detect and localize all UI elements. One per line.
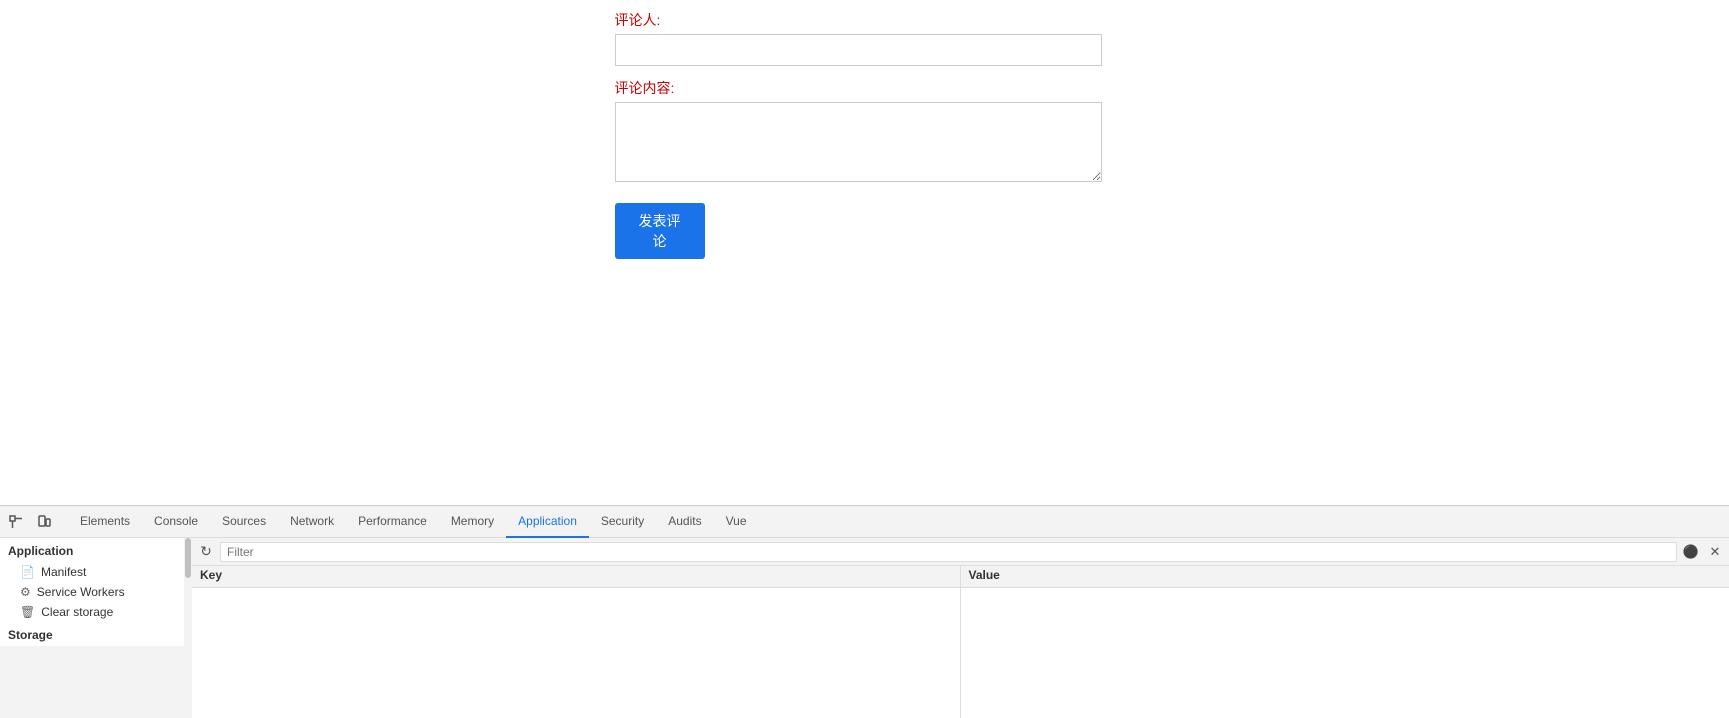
inspect-icon (9, 515, 23, 529)
reviewer-label: 评论人: (615, 10, 1115, 30)
sidebar-item-service-workers-label: Service Workers (37, 585, 125, 599)
devtools-tabs: Elements Console Sources Network Perform… (64, 506, 759, 538)
tab-vue[interactable]: Vue (714, 506, 759, 538)
reviewer-input[interactable] (615, 34, 1102, 66)
sidebar-section-storage: Storage (0, 622, 191, 646)
filter-close-button[interactable]: ✕ (1705, 542, 1725, 562)
content-label-container: 评论内容: (615, 78, 1115, 187)
tab-network[interactable]: Network (278, 506, 346, 538)
tab-audits[interactable]: Audits (656, 506, 713, 538)
form-section: 评论人: 评论内容: 发表评论 (615, 10, 1115, 259)
devtools-panel: Elements Console Sources Network Perform… (0, 505, 1729, 718)
device-icon (37, 515, 51, 529)
sidebar-scroll-thumb[interactable] (185, 538, 191, 578)
filter-clear-button[interactable]: ⚫ (1681, 542, 1701, 562)
filter-bar: ↻ ⚫ ✕ (192, 538, 1729, 566)
filter-refresh-button[interactable]: ↻ (196, 542, 216, 562)
sidebar-item-service-workers[interactable]: ⚙ Service Workers (0, 582, 191, 602)
devtools-sidebar: Application 📄 Manifest ⚙ Service Workers… (0, 538, 192, 646)
devtools-sidebar-wrapper: Application 📄 Manifest ⚙ Service Workers… (0, 538, 192, 718)
page-content: 评论人: 评论内容: 发表评论 (0, 0, 1729, 505)
kv-key-column (192, 588, 961, 718)
submit-container: 发表评论 (615, 199, 1115, 259)
tab-elements[interactable]: Elements (68, 506, 142, 538)
toolbar-icons (4, 510, 56, 534)
device-toolbar-button[interactable] (32, 510, 56, 534)
kv-value-header: Value (961, 566, 1729, 587)
devtools-body: Application 📄 Manifest ⚙ Service Workers… (0, 538, 1729, 718)
tab-security[interactable]: Security (589, 506, 656, 538)
tab-console[interactable]: Console (142, 506, 210, 538)
sidebar-item-manifest-label: Manifest (41, 565, 86, 579)
sidebar-item-clear-storage[interactable]: 🗑 Clear storage (0, 602, 191, 622)
kv-key-header: Key (192, 566, 961, 587)
manifest-icon: 📄 (20, 565, 35, 579)
service-workers-icon: ⚙ (20, 585, 31, 599)
kv-value-column (961, 588, 1729, 718)
reviewer-label-container: 评论人: (615, 10, 1115, 66)
filter-input[interactable] (220, 542, 1677, 562)
sidebar-item-clear-storage-label: Clear storage (41, 605, 113, 619)
kv-table-header: Key Value (192, 566, 1729, 588)
sidebar-section-application: Application (0, 538, 191, 562)
tab-memory[interactable]: Memory (439, 506, 506, 538)
tab-sources[interactable]: Sources (210, 506, 278, 538)
kv-table-body (192, 588, 1729, 718)
content-textarea[interactable] (615, 102, 1102, 182)
sidebar-scroll-track (184, 538, 192, 718)
key-value-table: Key Value (192, 566, 1729, 718)
submit-button[interactable]: 发表评论 (615, 203, 705, 259)
inspect-element-button[interactable] (4, 510, 28, 534)
tab-application[interactable]: Application (506, 506, 589, 538)
content-label: 评论内容: (615, 78, 1115, 98)
clear-storage-icon: 🗑 (20, 605, 35, 619)
sidebar-item-manifest[interactable]: 📄 Manifest (0, 562, 191, 582)
tab-performance[interactable]: Performance (346, 506, 439, 538)
devtools-toolbar: Elements Console Sources Network Perform… (0, 506, 1729, 538)
devtools-main-panel: ↻ ⚫ ✕ Key Value (192, 538, 1729, 718)
